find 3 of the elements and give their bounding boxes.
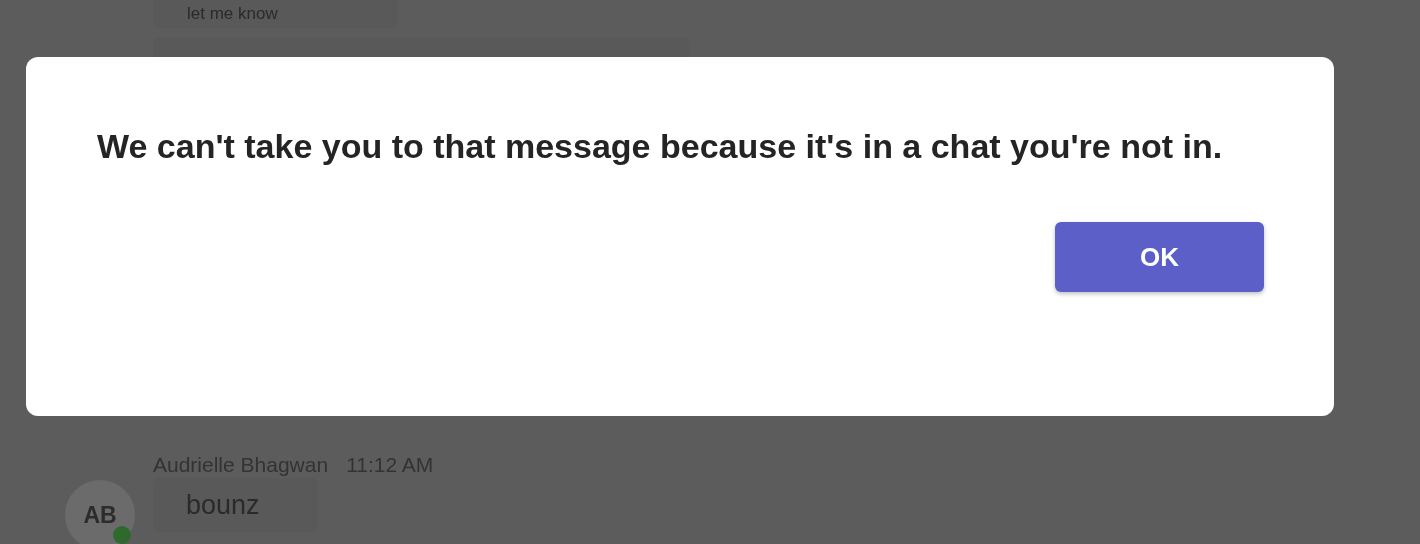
avatar: AB: [65, 480, 135, 544]
ok-button[interactable]: OK: [1055, 222, 1264, 292]
dialog-message: We can't take you to that message because it's in a chat you're not in.: [97, 126, 1224, 167]
